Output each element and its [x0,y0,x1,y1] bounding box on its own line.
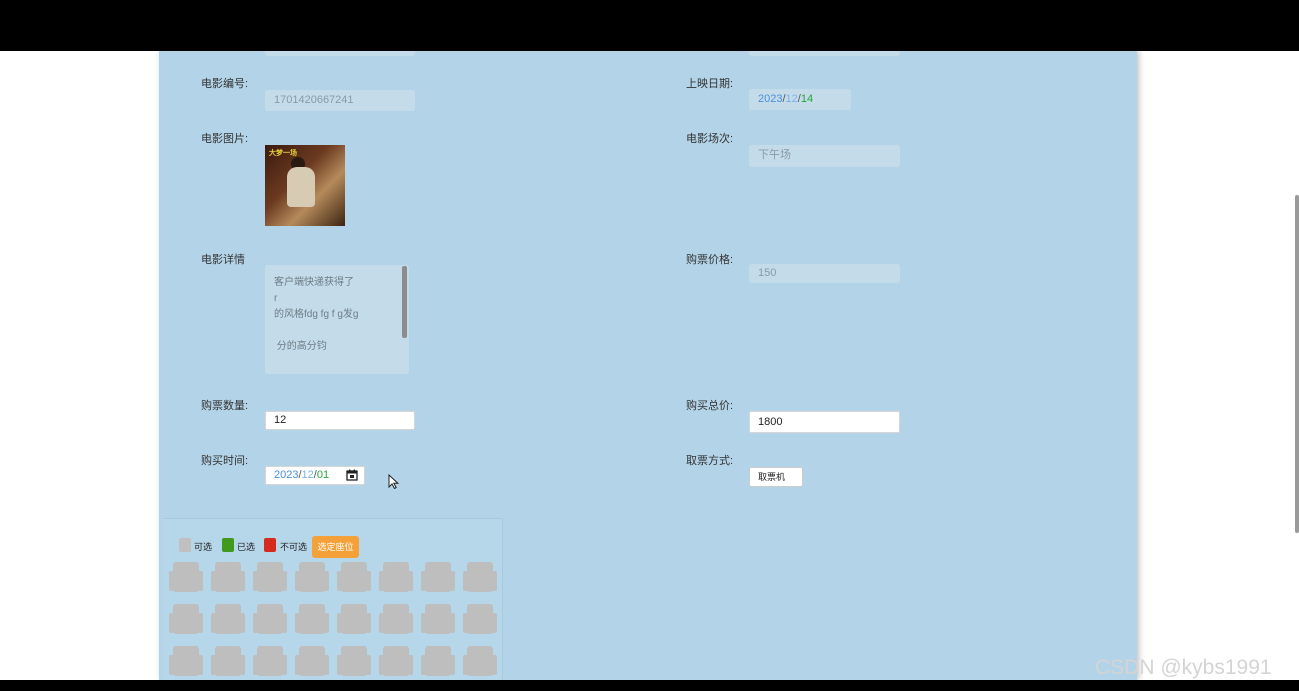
seat-icon[interactable] [253,562,287,594]
seat-icon[interactable] [253,646,287,678]
seat-icon[interactable] [169,646,203,678]
seat-icon[interactable] [337,646,371,678]
seat-icon[interactable] [337,562,371,594]
seat-icon[interactable] [463,604,497,636]
seat-icon[interactable] [379,562,413,594]
seat-icon[interactable] [295,604,329,636]
confirm-seat-button[interactable]: 选定座位 [312,536,359,558]
total-price-label: 购买总价: [686,400,734,412]
ticket-qty-input[interactable]: 12 [265,411,415,430]
seat-icon[interactable] [421,604,455,636]
poster-title: 大梦一场 [269,150,297,157]
details-scrollbar[interactable] [402,266,407,338]
seat-icon[interactable] [211,646,245,678]
page-scrollbar-thumb[interactable] [1295,195,1299,533]
purchase-time-label: 购买时间: [201,455,249,467]
showing-field: 下午场 [749,145,900,167]
ticket-qty-label: 购票数量: [201,400,249,412]
seat-icon[interactable] [421,646,455,678]
selected-legend-label: 已选 [237,542,256,552]
seat-icon[interactable] [295,646,329,678]
mouse-cursor-icon [388,474,399,489]
seat-icon[interactable] [463,646,497,678]
seat-icon[interactable] [211,604,245,636]
movie-id-label: 电影编号: [201,78,249,90]
seat-icon[interactable] [211,562,245,594]
release-date-field: 2023/12/14 [749,89,851,110]
movie-poster-image: 大梦一场 [265,145,345,226]
calendar-icon[interactable] [346,469,358,481]
cutoff-field-left [265,51,415,56]
seat-icon[interactable] [337,604,371,636]
showing-label: 电影场次: [686,133,734,145]
watermark-text: CSDN @kybs1991 [1095,656,1272,679]
ticket-price-label: 购票价格: [686,254,734,266]
seat-icon[interactable] [169,604,203,636]
available-legend-label: 可选 [194,542,213,552]
available-legend-icon [179,538,191,552]
pickup-method-select[interactable]: 取票机 [749,467,803,487]
details-label: 电影详情 [201,254,245,266]
cutoff-field-right [749,51,900,56]
seat-icon[interactable] [253,604,287,636]
seat-icon[interactable] [463,562,497,594]
seat-icon[interactable] [379,646,413,678]
unavailable-legend-label: 不可选 [280,542,308,552]
selected-legend-icon [222,538,234,552]
pickup-method-label: 取票方式: [686,455,734,467]
movie-image-label: 电影图片: [201,133,249,145]
seat-icon[interactable] [169,562,203,594]
details-textarea[interactable]: 客户端快递获得了 r 的风格fdg fg f g发g 分的高分钧 [265,265,409,374]
ticket-price-field: 150 [749,264,900,283]
seat-icon[interactable] [295,562,329,594]
movie-id-field: 1701420667241 [265,90,415,111]
top-black-bar [0,0,1299,51]
release-date-label: 上映日期: [686,78,734,90]
seat-icon[interactable] [379,604,413,636]
seat-icon[interactable] [421,562,455,594]
unavailable-legend-icon [264,538,276,552]
total-price-input[interactable]: 1800 [749,411,900,433]
bottom-black-bar [0,680,1299,691]
